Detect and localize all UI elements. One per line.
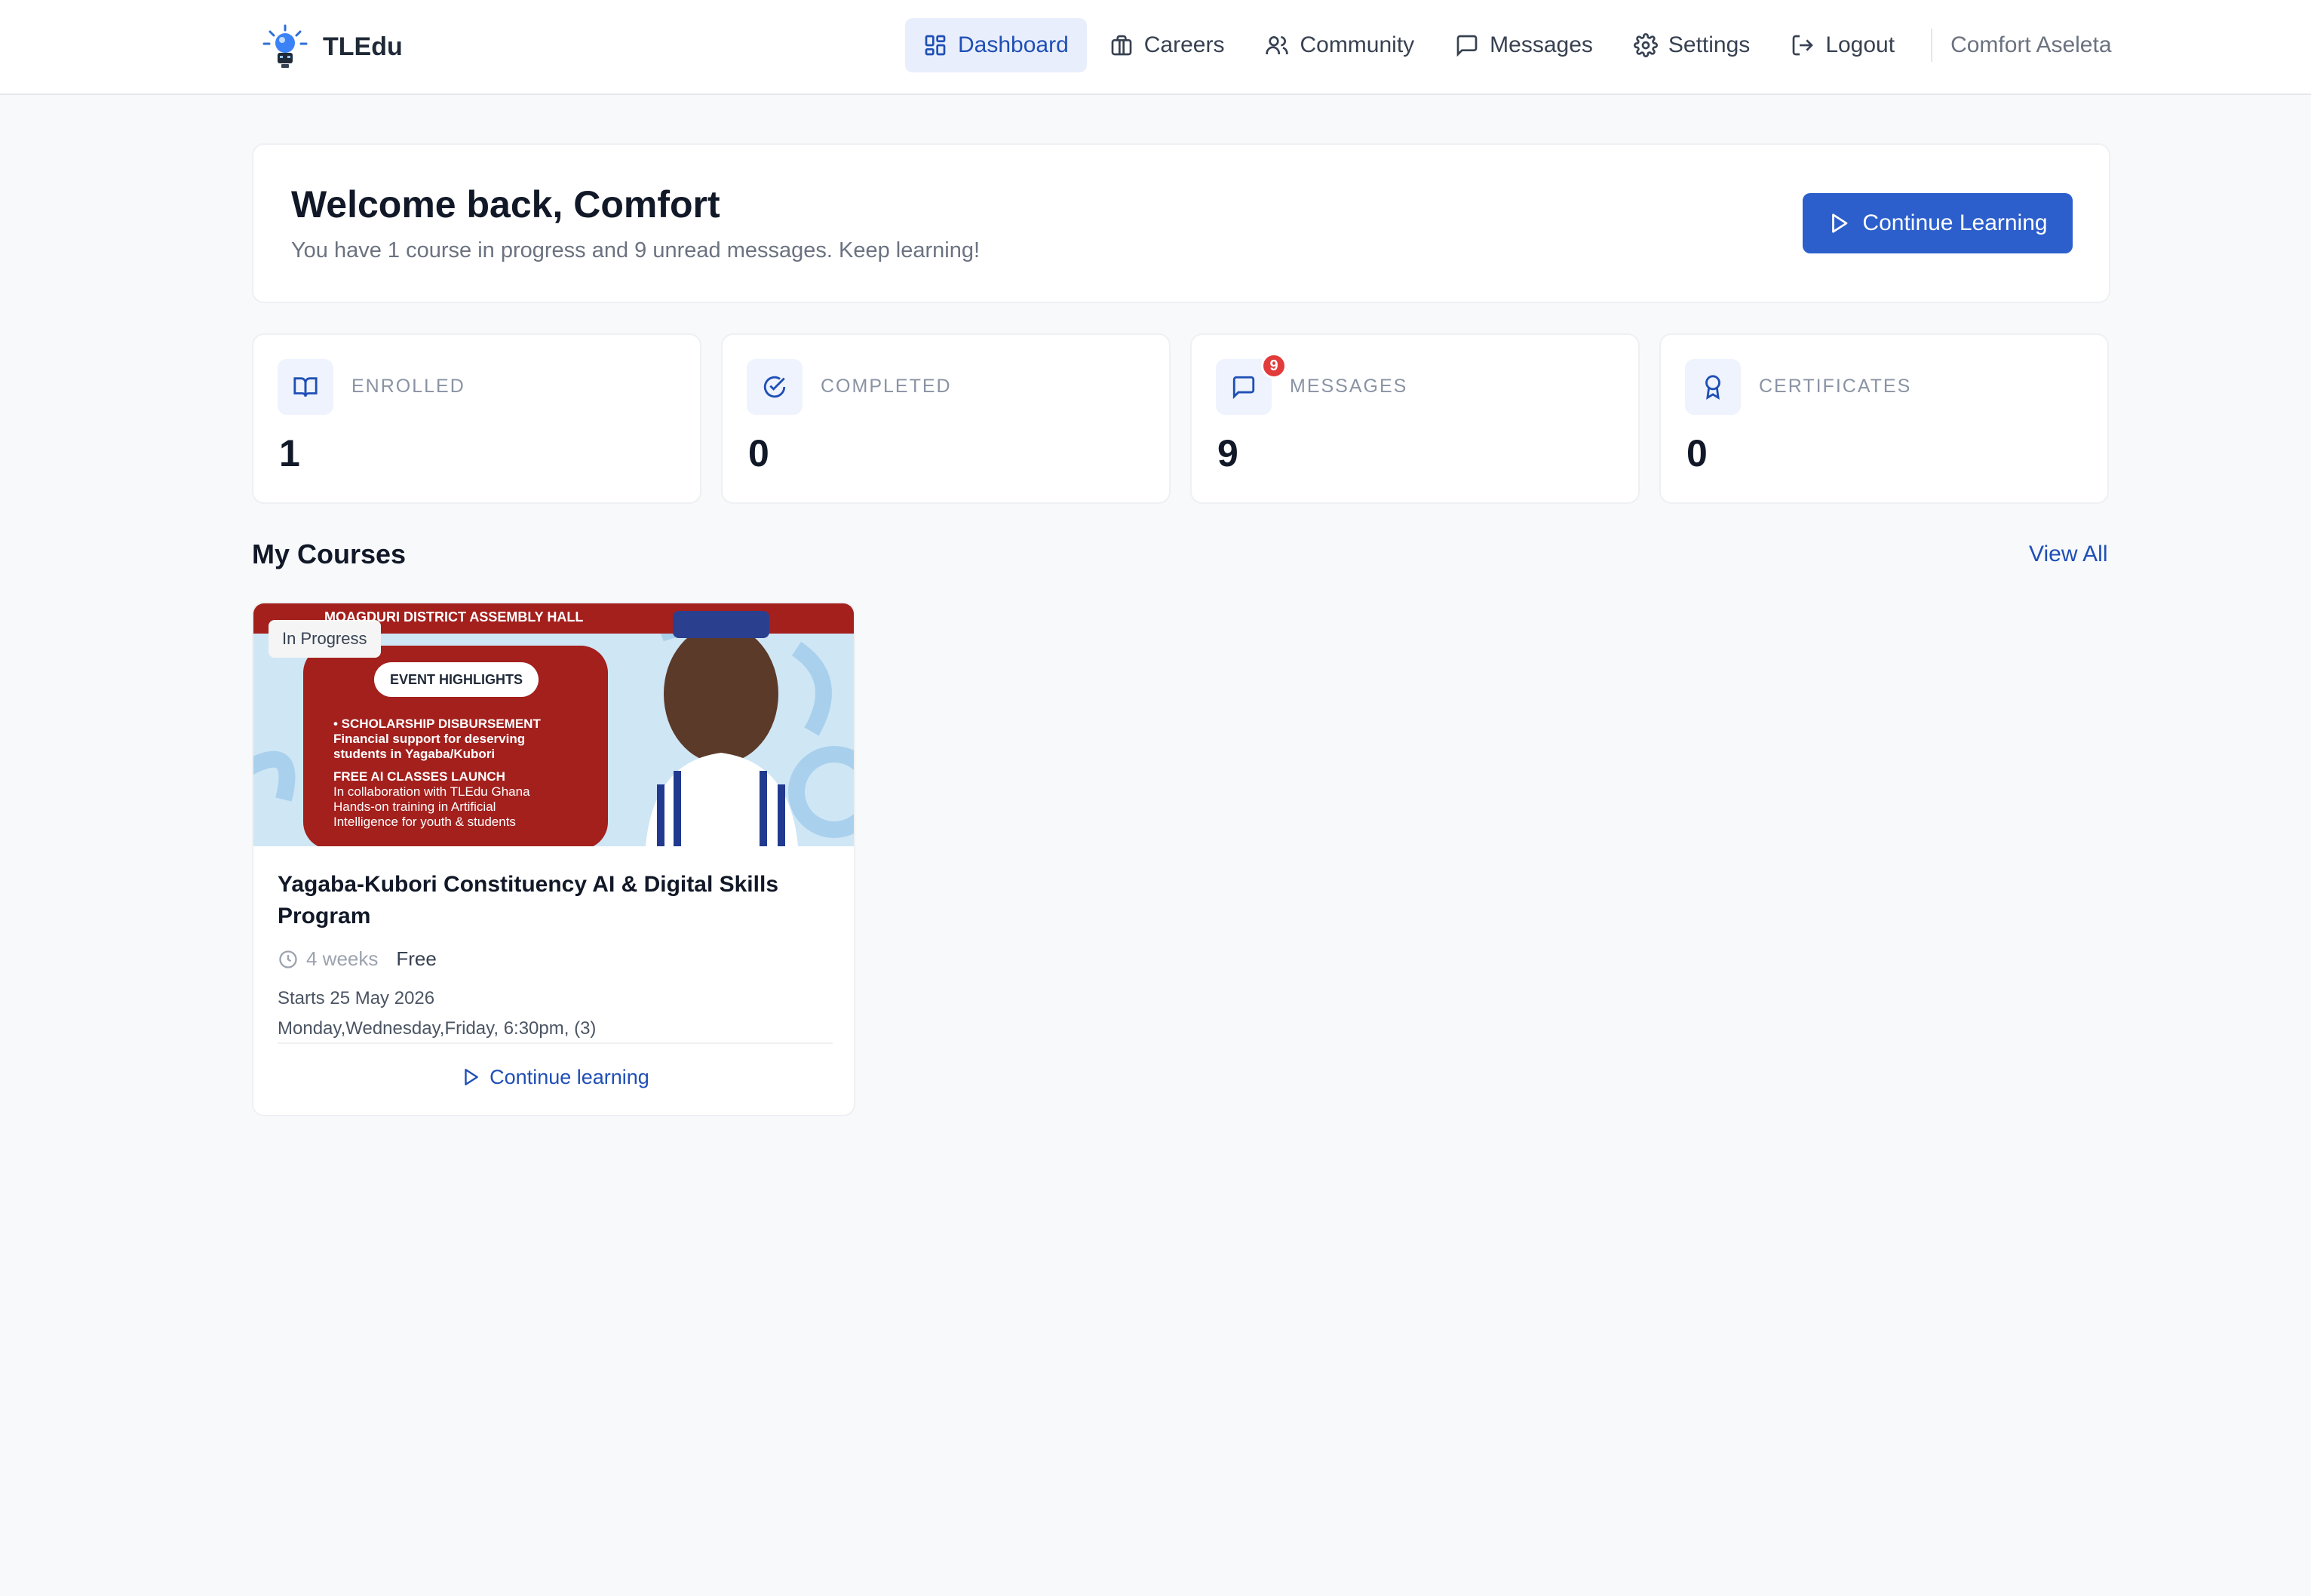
logout-icon	[1791, 33, 1815, 57]
stat-icon-box	[1685, 359, 1741, 415]
clock-icon	[278, 949, 299, 970]
course-meta: 4 weeks Free	[278, 947, 437, 971]
nav-settings[interactable]: Settings	[1616, 18, 1768, 72]
brand-name: TLEdu	[323, 32, 403, 61]
continue-learning-link-label: Continue learning	[490, 1065, 649, 1088]
nav-messages[interactable]: Messages	[1437, 18, 1611, 72]
nav-careers[interactable]: Careers	[1091, 18, 1243, 72]
play-icon	[1828, 212, 1850, 235]
nav-dashboard[interactable]: Dashboard	[905, 18, 1087, 72]
top-navbar: TLEdu Dashboard Careers Community Messag…	[0, 0, 2311, 95]
stat-value: 1	[279, 432, 300, 474]
poster-text: • SCHOLARSHIP DISBURSEMENT Financial sup…	[333, 717, 582, 830]
briefcase-icon	[1109, 33, 1134, 57]
divider	[278, 1042, 833, 1044]
nav-community[interactable]: Community	[1247, 18, 1432, 72]
stat-card-enrolled: ENROLLED 1	[252, 333, 701, 504]
poster-venue: MOAGDURI DISTRICT ASSEMBLY HALL	[324, 609, 584, 625]
poster-line: Hands-on training in Artificial	[333, 800, 496, 814]
course-title[interactable]: Yagaba-Kubori Constituency AI & Digital …	[278, 869, 836, 932]
continue-learning-label: Continue Learning	[1862, 210, 2048, 235]
unread-badge: 9	[1261, 353, 1287, 379]
nav-logout[interactable]: Logout	[1772, 18, 1913, 72]
course-start-date: Starts 25 May 2026	[278, 988, 435, 1008]
course-thumbnail[interactable]: In Progress MOAGDURI DISTRICT ASSEMBLY H…	[253, 603, 854, 846]
poster-line: Financial support for deserving	[333, 732, 526, 746]
course-price: Free	[396, 947, 437, 970]
grid-icon	[923, 33, 947, 57]
nav-label: Messages	[1490, 32, 1593, 57]
stat-card-certificates: CERTIFICATES 0	[1659, 333, 2109, 504]
gear-icon	[1633, 33, 1658, 57]
stat-label: MESSAGES	[1290, 376, 1408, 397]
stat-icon-box	[747, 359, 803, 415]
nav-label: Careers	[1143, 32, 1225, 57]
course-schedule: Monday,Wednesday,Friday, 6:30pm, (3)	[278, 1018, 597, 1039]
users-icon	[1265, 33, 1289, 57]
poster-highlights: EVENT HIGHLIGHTS	[389, 671, 523, 687]
brand[interactable]: TLEdu	[261, 23, 403, 71]
book-icon	[293, 374, 318, 400]
stat-value: 9	[1217, 432, 1238, 474]
nav-label: Settings	[1668, 32, 1751, 57]
stat-card-messages[interactable]: 9 MESSAGES 9	[1190, 333, 1640, 504]
stat-value: 0	[748, 432, 769, 474]
course-card[interactable]: In Progress MOAGDURI DISTRICT ASSEMBLY H…	[252, 602, 855, 1116]
welcome-card: Welcome back, Comfort You have 1 course …	[252, 143, 2110, 303]
poster-line: FREE AI CLASSES LAUNCH	[333, 769, 505, 784]
chat-icon	[1231, 374, 1257, 400]
stat-icon-box	[278, 359, 333, 415]
nav-label: Dashboard	[958, 32, 1069, 57]
user-name[interactable]: Comfort Aseleta	[1950, 32, 2111, 58]
welcome-title: Welcome back, Comfort	[291, 183, 720, 226]
lightbulb-robot-icon	[261, 23, 309, 71]
nav-label: Community	[1300, 32, 1415, 57]
poster-line: Intelligence for youth & students	[333, 815, 516, 829]
continue-learning-button[interactable]: Continue Learning	[1803, 193, 2073, 253]
check-circle-icon	[762, 374, 787, 400]
my-courses-title: My Courses	[252, 539, 407, 569]
poster-line: • SCHOLARSHIP DISBURSEMENT	[333, 717, 541, 731]
course-duration: 4 weeks	[306, 947, 379, 970]
view-all-link[interactable]: View All	[2029, 542, 2108, 567]
welcome-subtitle: You have 1 course in progress and 9 unre…	[291, 238, 981, 262]
play-icon	[461, 1067, 480, 1087]
stat-value: 0	[1686, 432, 1708, 474]
award-icon	[1700, 374, 1726, 400]
stat-label: ENROLLED	[351, 376, 465, 397]
stat-label: COMPLETED	[821, 376, 952, 397]
poster-line: students in Yagaba/Kubori	[333, 747, 496, 761]
chat-icon	[1455, 33, 1479, 57]
continue-learning-link[interactable]: Continue learning	[253, 1060, 854, 1094]
nav-divider	[1931, 29, 1933, 62]
stat-label: CERTIFICATES	[1759, 376, 1912, 397]
main-nav: Dashboard Careers Community Messages Set…	[905, 18, 2112, 72]
poster-line: In collaboration with TLEdu Ghana	[333, 784, 530, 799]
nav-label: Logout	[1825, 32, 1895, 57]
stat-card-completed: COMPLETED 0	[721, 333, 1171, 504]
